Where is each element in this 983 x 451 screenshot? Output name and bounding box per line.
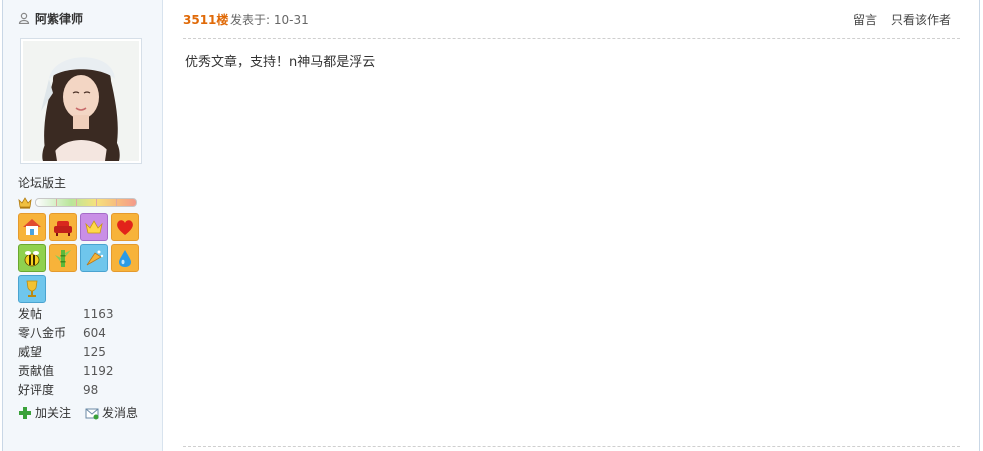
author-name-row: 阿紫律师 (18, 10, 83, 26)
post-content: 优秀文章，支持！n神马都是浮云 (185, 55, 376, 70)
post-links: 留言 只看该作者 (839, 11, 951, 28)
reply-link[interactable]: 留言 (853, 11, 877, 28)
stat-row-prestige: 威望 125 (18, 345, 106, 359)
envelope-icon (85, 408, 99, 419)
medal-water-drop[interactable] (111, 244, 139, 272)
user-icon (18, 12, 30, 24)
medal-heart[interactable] (111, 213, 139, 241)
avatar-image (23, 41, 139, 161)
stat-row-coins: 零八金币 604 (18, 326, 106, 340)
stat-row-rating: 好评度 98 (18, 383, 99, 397)
avatar[interactable] (20, 38, 142, 164)
footer-divider (183, 446, 960, 447)
heart-icon (117, 220, 133, 235)
floor-number[interactable]: 3511楼 (183, 11, 228, 28)
author-name[interactable]: 阿紫律师 (35, 10, 83, 27)
post-time: 发表于: 10-31 (230, 13, 309, 27)
stat-row-contribution: 贡献值 1192 (18, 364, 114, 378)
level-bar (35, 198, 137, 207)
medal-bee[interactable] (18, 244, 46, 272)
medal-trophy[interactable] (18, 275, 46, 303)
medal-cheer[interactable] (80, 244, 108, 272)
trophy-icon (26, 280, 38, 297)
message-button[interactable]: 发消息 (85, 404, 138, 421)
header-divider (183, 38, 960, 39)
house-icon (23, 219, 41, 235)
medal-sofa[interactable] (49, 213, 77, 241)
medal-bamboo[interactable] (49, 244, 77, 272)
level-crown-icon (18, 197, 32, 209)
author-sidebar: 阿紫律师 论坛版主 发帖 1163 零八金币 604 威望 125 贡献值 11… (3, 0, 163, 451)
user-stats: 发帖 1163 零八金币 604 威望 125 贡献值 1192 好评度 98 (18, 305, 114, 400)
author-only-link[interactable]: 只看该作者 (891, 11, 951, 28)
medal-crown[interactable] (80, 213, 108, 241)
medal-house[interactable] (18, 213, 46, 241)
medal-list (18, 213, 150, 306)
stat-row-posts: 发帖 1163 (18, 307, 114, 321)
water-drop-icon (119, 250, 131, 267)
bamboo-icon (55, 250, 71, 267)
plus-icon (19, 406, 31, 419)
user-role: 论坛版主 (18, 176, 67, 190)
crown-icon (85, 220, 103, 234)
follow-button[interactable]: 加关注 (18, 404, 71, 421)
user-actions: 加关注 发消息 (18, 404, 152, 421)
cheer-icon (86, 250, 104, 266)
bee-icon (24, 251, 40, 267)
level-indicator (18, 196, 137, 209)
sofa-icon (54, 221, 72, 236)
